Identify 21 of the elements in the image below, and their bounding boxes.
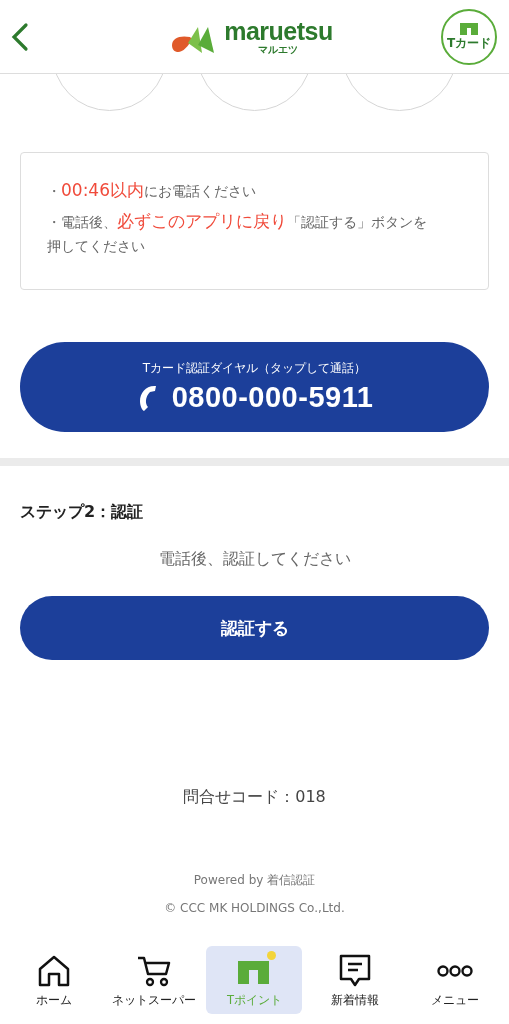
t-card-button[interactable]: Tカード <box>441 8 497 65</box>
notice-text: ・00:46以内にお電話ください <box>47 179 257 202</box>
inquiry-code: 問合せコード：018 <box>182 787 327 808</box>
t-card-icon <box>460 22 478 35</box>
nav-tab[interactable]: ネットスーパー <box>106 946 203 1014</box>
copyright-text: © CCC MK HOLDINGS Co.,Ltd. <box>163 901 346 915</box>
call-button[interactable]: Tカード認証ダイヤル（タップして通話） 0800-000-5911 <box>20 342 489 432</box>
logo-text: maruetsu <box>224 18 333 44</box>
nav-tab[interactable]: メニュー <box>406 946 503 1014</box>
verify-button[interactable]: 認証する <box>20 596 489 660</box>
notice-text: ・電話後、必ずこのアプリに戻り「認証する」ボタンを押してください <box>47 210 428 256</box>
step-message: 電話後、認証してください <box>157 549 352 570</box>
nav-tab[interactable]: ホーム <box>6 946 103 1014</box>
nav-tab[interactable]: 新着情報 <box>306 946 403 1014</box>
home-icon <box>37 954 72 988</box>
cart-icon <box>136 954 173 988</box>
more-icon <box>436 964 473 978</box>
message-icon <box>337 953 372 989</box>
step-title: ステップ2：認証 <box>20 502 145 523</box>
logo-subtext: マルエツ <box>258 44 299 55</box>
powered-by-text: Powered by 着信認証 <box>192 872 317 889</box>
